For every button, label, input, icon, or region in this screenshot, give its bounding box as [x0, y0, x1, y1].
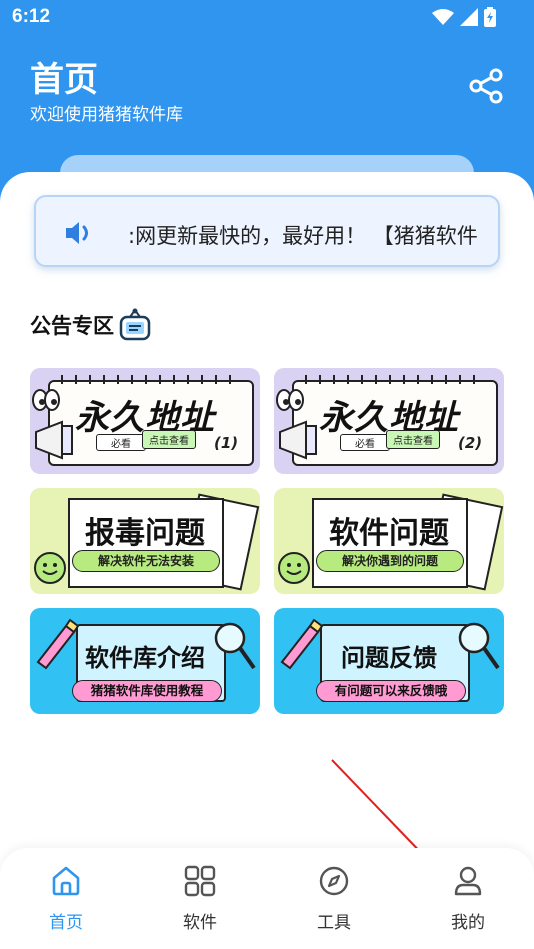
wifi-icon	[432, 9, 454, 25]
announcement-card-permanent-address-2[interactable]: 永久地址 必看 点击查看 (2)	[274, 368, 504, 474]
nav-tools[interactable]: 工具	[294, 864, 374, 944]
notebook-rings	[61, 375, 231, 384]
signal-icon	[460, 8, 478, 26]
card-headline: 问题反馈	[341, 644, 437, 672]
nav-tools-label: 工具	[317, 913, 351, 933]
nav-mine-label: 我的	[451, 913, 485, 933]
bottom-navigation: 首页 软件 工具 我的	[0, 848, 534, 949]
status-time: 6:12	[12, 6, 51, 27]
nav-software-label: 软件	[183, 913, 217, 933]
nav-software[interactable]: 软件	[160, 864, 240, 944]
page-subtitle: 欢迎使用猪猪软件库	[30, 105, 183, 125]
announcement-card-software-issues[interactable]: 软件问题 解决你遇到的问题	[274, 488, 504, 594]
nav-mine[interactable]: 我的	[428, 864, 508, 944]
user-icon	[454, 866, 482, 896]
battery-icon	[484, 7, 496, 27]
card-number: (2)	[458, 434, 483, 452]
section-title-text: 公告专区	[30, 314, 114, 338]
card-tag: 解决软件无法安装	[72, 550, 220, 572]
announcement-card-permanent-address-1[interactable]: 永久地址 必看 点击查看 (1)	[30, 368, 260, 474]
status-icons	[432, 7, 496, 27]
notebook-rings	[305, 375, 475, 384]
notice-text: :网更新最快的，最好用！ 【猪猪软件	[128, 224, 478, 248]
card-tag-must-see: 必看	[96, 434, 146, 451]
card-headline: 软件库介绍	[85, 644, 205, 672]
home-icon	[52, 866, 80, 896]
speaker-icon	[66, 222, 88, 244]
card-headline: 软件问题	[329, 516, 449, 551]
nav-home[interactable]: 首页	[26, 864, 106, 944]
status-bar: 6:12	[0, 0, 534, 36]
card-headline: 报毒问题	[85, 516, 205, 551]
smiley-icon	[278, 552, 310, 584]
card-tag-click-view: 点击查看	[386, 430, 440, 449]
compass-icon	[319, 866, 349, 896]
card-tag-must-see: 必看	[340, 434, 390, 451]
card-tag: 有问题可以来反馈哦	[316, 680, 466, 702]
smiley-icon	[34, 552, 66, 584]
notice-marquee[interactable]: :网更新最快的，最好用！ 【猪猪软件	[34, 195, 500, 267]
grid-icon	[184, 865, 216, 897]
announcement-card-virus-report[interactable]: 报毒问题 解决软件无法安装	[30, 488, 260, 594]
announcement-section-title: 公告专区	[30, 308, 152, 342]
notice-board-icon	[119, 308, 151, 341]
card-tag: 猪猪软件库使用教程	[72, 680, 222, 702]
card-number: (1)	[214, 434, 239, 452]
page-title: 首页	[30, 60, 98, 100]
share-icon[interactable]	[468, 68, 504, 104]
announcement-card-library-intro[interactable]: 软件库介绍 猪猪软件库使用教程	[30, 608, 260, 714]
announcement-card-feedback[interactable]: 问题反馈 有问题可以来反馈哦	[274, 608, 504, 714]
card-tag: 解决你遇到的问题	[316, 550, 464, 572]
nav-home-label: 首页	[49, 913, 83, 933]
card-tag-click-view: 点击查看	[142, 430, 196, 449]
